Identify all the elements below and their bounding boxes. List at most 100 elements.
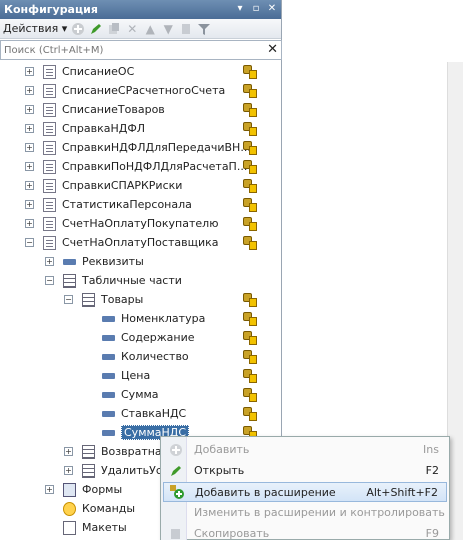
expand-icon[interactable]: + <box>45 485 54 494</box>
tree-row[interactable]: Номенклатура <box>0 309 266 328</box>
lock-part <box>249 335 257 345</box>
clear-search-icon[interactable]: ✕ <box>267 42 278 57</box>
delete-icon[interactable]: ✕ <box>123 20 141 38</box>
expand-icon[interactable]: + <box>45 257 54 266</box>
document-icon <box>43 197 56 212</box>
tree-row[interactable]: + СправкиНДФЛДляПередачиВН... <box>0 138 266 157</box>
menu-item-label: Добавить <box>194 443 250 456</box>
tree-row[interactable]: + СтатистикаПерсонала <box>0 195 266 214</box>
context-menu-item[interactable]: Добавить в расширение Alt+Shift+F2 <box>163 482 447 502</box>
expand-icon[interactable]: + <box>25 162 34 171</box>
expand-icon[interactable]: + <box>64 466 73 475</box>
collapse-icon[interactable]: − <box>45 276 54 285</box>
copy-icon[interactable] <box>105 20 123 38</box>
context-menu-item[interactable]: Скопировать F9 <box>163 524 447 540</box>
lock-icon <box>243 235 259 250</box>
lock-icon <box>243 121 259 136</box>
tree-item-label: СправкаНДФЛ <box>62 122 146 135</box>
tree-item-label: СписаниеТоваров <box>62 103 165 116</box>
sort-icon[interactable] <box>177 20 195 38</box>
tree-row[interactable]: − Табличные части <box>0 271 266 290</box>
expand-icon[interactable]: + <box>25 124 34 133</box>
tree-item-label: СчетНаОплатуПокупателю <box>62 217 219 230</box>
tree-row[interactable]: Содержание <box>0 328 266 347</box>
pencil-icon[interactable] <box>87 20 105 38</box>
tree-item-label: Реквизиты <box>82 255 144 268</box>
tree-row[interactable]: + СписаниеТоваров <box>0 100 266 119</box>
lock-part <box>249 107 257 117</box>
actions-menu-button[interactable]: Действия ▾ <box>3 22 67 35</box>
tree-item-label: Табличные части <box>82 274 182 287</box>
menu-item-label: Скопировать <box>194 527 270 540</box>
search-input[interactable] <box>1 41 259 59</box>
attribute-icon <box>102 429 115 436</box>
tree-row[interactable]: Цена <box>0 366 266 385</box>
attribute-icon <box>102 353 115 360</box>
tree-row[interactable]: СтавкаНДС <box>0 404 266 423</box>
lock-icon <box>243 102 259 117</box>
tree-item-label: Количество <box>121 350 189 363</box>
attribute-icon <box>102 391 115 398</box>
table-icon <box>82 292 95 307</box>
expand-icon[interactable]: + <box>25 200 34 209</box>
minimize-icon[interactable]: ▾ <box>233 2 247 16</box>
tree-row[interactable]: + СчетНаОплатуПокупателю <box>0 214 266 233</box>
lock-icon <box>243 387 259 402</box>
tree-item-label: Номенклатура <box>121 312 206 325</box>
tree-item-label: УдалитьУсл <box>101 464 169 477</box>
tree-row[interactable]: − Товары <box>0 290 266 309</box>
lock-part <box>249 411 257 421</box>
expand-icon[interactable]: + <box>25 143 34 152</box>
lock-icon <box>243 140 259 155</box>
tree-row[interactable]: + СправкиПоНДФЛДляРасчетаП... <box>0 157 266 176</box>
layout-icon <box>63 520 76 535</box>
tree-row[interactable]: + СправкаНДФЛ <box>0 119 266 138</box>
move-up-icon[interactable]: ▲ <box>141 20 159 38</box>
document-icon <box>43 235 56 250</box>
context-menu-item[interactable]: Открыть F2 <box>163 461 447 481</box>
tree-row[interactable]: − СчетНаОплатуПоставщика <box>0 233 266 252</box>
tree-item-label: Содержание <box>121 331 195 344</box>
expand-icon[interactable]: + <box>64 447 73 456</box>
expand-icon[interactable]: + <box>25 105 34 114</box>
move-down-icon[interactable]: ▼ <box>159 20 177 38</box>
menu-item-shortcut: Alt+Shift+F2 <box>366 486 438 499</box>
expand-icon[interactable]: + <box>25 86 34 95</box>
expand-icon[interactable]: + <box>25 219 34 228</box>
close-icon[interactable]: ✕ <box>265 2 279 16</box>
tree-item-label: СчетНаОплатуПоставщика <box>62 236 219 249</box>
lock-part <box>249 88 257 98</box>
lock-icon <box>243 197 259 212</box>
lock-part <box>249 297 257 307</box>
lock-part <box>249 202 257 212</box>
lock-part <box>249 392 257 402</box>
lock-icon <box>243 368 259 383</box>
tree-row[interactable]: + СписаниеОС <box>0 62 266 81</box>
tree-row[interactable]: + Реквизиты <box>0 252 266 271</box>
tree-row[interactable]: + СправкиСПАРКРиски <box>0 176 266 195</box>
filter-icon[interactable] <box>195 20 213 38</box>
tree-item-label: Товары <box>101 293 144 306</box>
document-icon <box>43 140 56 155</box>
document-icon <box>43 178 56 193</box>
document-icon <box>43 159 56 174</box>
command-icon <box>63 501 76 516</box>
add-icon[interactable] <box>69 20 87 38</box>
pin-icon[interactable]: ▫ <box>249 2 263 16</box>
context-menu-item[interactable]: Добавить Ins <box>163 440 447 460</box>
tree-item-label: СтавкаНДС <box>121 407 187 420</box>
collapse-icon[interactable]: − <box>25 238 34 247</box>
collapse-icon[interactable]: − <box>64 295 73 304</box>
document-icon <box>43 216 56 231</box>
search-field[interactable]: ✕ <box>0 40 282 60</box>
tree-row[interactable]: + СписаниеСРасчетногоСчета <box>0 81 266 100</box>
add-to-extension-icon <box>167 484 187 500</box>
tree-row[interactable]: Количество <box>0 347 266 366</box>
tree-item-label: Сумма <box>121 388 159 401</box>
expand-icon[interactable]: + <box>25 67 34 76</box>
expand-icon[interactable]: + <box>25 181 34 190</box>
attribute-icon <box>102 410 115 417</box>
tree-row[interactable]: Сумма <box>0 385 266 404</box>
lock-icon <box>243 406 259 421</box>
context-menu-item[interactable]: Изменить в расширении и контролировать <box>163 503 447 523</box>
